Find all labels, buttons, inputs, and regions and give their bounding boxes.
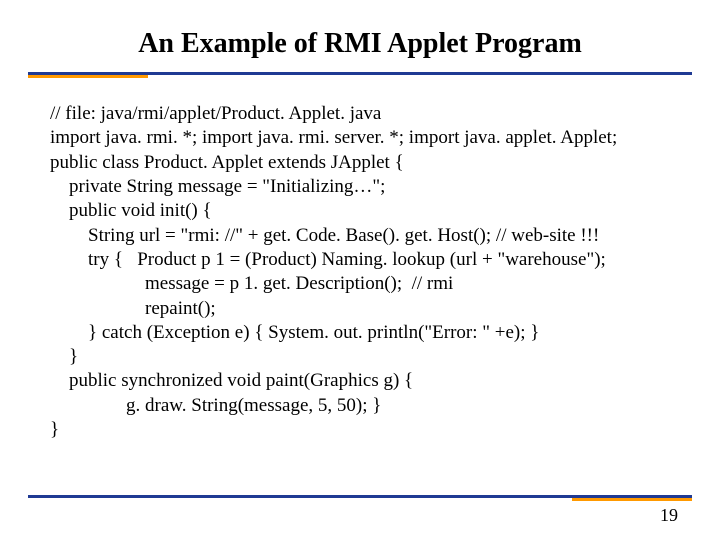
divider-bottom — [28, 495, 692, 498]
code-line: public synchronized void paint(Graphics … — [50, 370, 413, 391]
slide-title: An Example of RMI Applet Program — [0, 0, 720, 72]
code-line: repaint(); — [50, 298, 216, 319]
code-line: // file: java/rmi/applet/Product. Applet… — [50, 103, 381, 124]
code-line: private String message = "Initializing…"… — [50, 176, 385, 197]
code-line: try { Product p 1 = (Product) Naming. lo… — [50, 249, 606, 270]
code-line: public class Product. Applet extends JAp… — [50, 152, 404, 173]
page-number: 19 — [660, 505, 678, 526]
code-line: import java. rmi. *; import java. rmi. s… — [50, 127, 617, 148]
code-line: String url = "rmi: //" + get. Code. Base… — [50, 225, 599, 246]
code-block: // file: java/rmi/applet/Product. Applet… — [0, 78, 720, 442]
code-line: message = p 1. get. Description(); // rm… — [50, 273, 453, 294]
code-line: } catch (Exception e) { System. out. pri… — [50, 322, 539, 343]
divider-bottom-accent — [572, 498, 692, 501]
code-line: public void init() { — [50, 200, 212, 221]
slide: An Example of RMI Applet Program // file… — [0, 0, 720, 540]
code-line: } — [50, 346, 78, 367]
code-line: } — [50, 419, 59, 440]
code-line: g. draw. String(message, 5, 50); } — [50, 395, 381, 416]
